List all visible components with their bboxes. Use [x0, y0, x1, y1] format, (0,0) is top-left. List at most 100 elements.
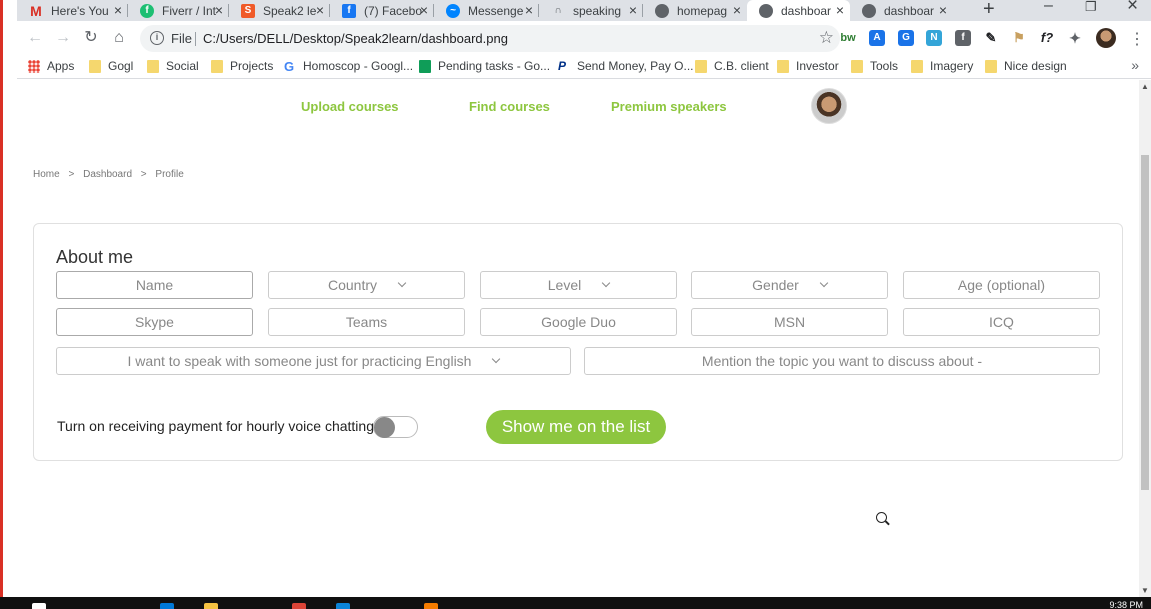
- tab-gmail[interactable]: M Here's You ×: [17, 0, 128, 21]
- start-icon[interactable]: [32, 603, 46, 609]
- close-icon[interactable]: ×: [733, 2, 741, 18]
- new-tab-button[interactable]: +: [983, 0, 995, 21]
- menu-icon[interactable]: ⋮: [1129, 29, 1145, 49]
- close-icon[interactable]: ×: [525, 2, 533, 18]
- back-icon[interactable]: ←: [25, 28, 45, 48]
- bookmark-pending-tasks[interactable]: Pending tasks - Go...: [419, 59, 550, 73]
- gender-select[interactable]: Gender: [691, 271, 888, 299]
- flag-extension-icon[interactable]: ⚑: [1011, 30, 1027, 46]
- tab-messenger[interactable]: ~ Messenge ×: [434, 0, 539, 21]
- google-duo-field[interactable]: Google Duo: [480, 308, 677, 336]
- msn-field[interactable]: MSN: [691, 308, 888, 336]
- nav-premium-speakers[interactable]: Premium speakers: [611, 99, 727, 114]
- bookmark-star-icon[interactable]: ☆: [819, 28, 834, 48]
- teams-field[interactable]: Teams: [268, 308, 465, 336]
- facebook-extension-icon[interactable]: f: [955, 30, 971, 46]
- bookmark-label: Apps: [47, 59, 75, 73]
- close-icon[interactable]: ×: [215, 2, 223, 18]
- minimize-icon[interactable]: –: [1044, 0, 1053, 15]
- page-scrollbar[interactable]: ▲ ▼: [1139, 80, 1151, 597]
- address-bar[interactable]: i File C:/Users/DELL/Desktop/Speak2learn…: [140, 25, 840, 52]
- tab-facebook[interactable]: f (7) Facebo ×: [330, 0, 434, 21]
- payment-toggle[interactable]: [373, 416, 418, 438]
- age-field[interactable]: Age (optional): [903, 271, 1100, 299]
- copy-extension-icon[interactable]: G: [898, 30, 914, 46]
- url-text[interactable]: C:/Users/DELL/Desktop/Speak2learn/dashbo…: [203, 31, 508, 46]
- info-icon[interactable]: i: [150, 31, 164, 45]
- bookmark-investor[interactable]: Investor: [777, 59, 839, 73]
- google-icon: G: [284, 58, 295, 74]
- toolbar: ← → ↻ ⌂ i File C:/Users/DELL/Desktop/Spe…: [17, 21, 1151, 55]
- breadcrumb-dashboard[interactable]: Dashboard: [83, 169, 132, 180]
- edge-icon[interactable]: [160, 603, 174, 609]
- tab-speaking[interactable]: ∩ speaking ×: [539, 0, 643, 21]
- name-field[interactable]: Name: [56, 271, 253, 299]
- purpose-select[interactable]: I want to speak with someone just for pr…: [56, 347, 571, 375]
- icq-field[interactable]: ICQ: [903, 308, 1100, 336]
- tab-fiverr[interactable]: f Fiverr / Int ×: [128, 0, 229, 21]
- close-icon[interactable]: ×: [420, 2, 428, 18]
- reload-icon[interactable]: ↻: [81, 28, 101, 48]
- whatfont-extension-icon[interactable]: f?: [1039, 30, 1055, 46]
- chevron-down-icon: [492, 354, 501, 364]
- level-select[interactable]: Level: [480, 271, 677, 299]
- puzzle-extension-icon[interactable]: ✦: [1067, 30, 1083, 46]
- nav-upload-courses[interactable]: Upload courses: [301, 99, 399, 114]
- topic-field[interactable]: Mention the topic you want to discuss ab…: [584, 347, 1100, 375]
- bookmark-cb-client[interactable]: C.B. client: [695, 59, 769, 73]
- bw-extension-icon[interactable]: bw: [840, 30, 856, 46]
- scroll-up-icon[interactable]: ▲: [1141, 82, 1149, 91]
- bookmark-label: Homoscop - Googl...: [303, 59, 414, 73]
- scroll-down-icon[interactable]: ▼: [1141, 586, 1149, 595]
- restore-icon[interactable]: ❐: [1085, 0, 1097, 15]
- bookmark-social[interactable]: Social: [147, 59, 199, 73]
- breadcrumb-home[interactable]: Home: [33, 169, 60, 180]
- nav-find-courses[interactable]: Find courses: [469, 99, 550, 114]
- bookmark-paypal[interactable]: P Send Money, Pay O...: [558, 59, 694, 73]
- icq-placeholder: ICQ: [989, 314, 1014, 330]
- tab-strip: M Here's You × f Fiverr / Int × S Speak2…: [17, 0, 1151, 21]
- user-avatar[interactable]: [811, 88, 847, 124]
- bookmark-nice-design[interactable]: Nice design: [985, 59, 1067, 73]
- bookmark-tools[interactable]: Tools: [851, 59, 898, 73]
- close-icon[interactable]: ×: [629, 2, 637, 18]
- chrome-icon[interactable]: [292, 603, 306, 609]
- translate-extension-icon[interactable]: A: [869, 30, 885, 46]
- bookmark-gogl[interactable]: Gogl: [89, 59, 133, 73]
- explorer-icon[interactable]: [204, 603, 218, 609]
- close-icon[interactable]: ×: [939, 2, 947, 18]
- bookmark-apps[interactable]: Apps: [28, 59, 74, 73]
- tab-dashboard-active[interactable]: dashboar ×: [747, 0, 850, 21]
- country-placeholder: Country: [327, 277, 378, 293]
- forward-icon[interactable]: →: [53, 28, 73, 48]
- skype-icon[interactable]: [336, 603, 350, 609]
- msn-placeholder: MSN: [773, 314, 806, 330]
- chevron-down-icon: [601, 278, 611, 288]
- country-select[interactable]: Country: [268, 271, 465, 299]
- bookmark-homoscop[interactable]: G Homoscop - Googl...: [284, 59, 413, 73]
- close-icon[interactable]: ×: [836, 2, 844, 18]
- window-close-icon[interactable]: ×: [1127, 0, 1138, 17]
- close-icon[interactable]: ×: [316, 2, 324, 18]
- app-icon[interactable]: [424, 603, 438, 609]
- bookmark-label: Tools: [870, 59, 899, 73]
- notion-extension-icon[interactable]: N: [926, 30, 942, 46]
- tab-dashboard[interactable]: dashboar ×: [850, 0, 953, 21]
- tab-homepage[interactable]: homepag ×: [643, 0, 747, 21]
- close-icon[interactable]: ×: [114, 2, 122, 18]
- profile-avatar[interactable]: [1096, 28, 1116, 48]
- show-me-on-list-button[interactable]: Show me on the list: [486, 410, 666, 444]
- skype-field[interactable]: Skype: [56, 308, 253, 336]
- stylus-extension-icon[interactable]: ✎: [983, 30, 999, 46]
- globe-icon: [759, 3, 773, 18]
- topic-placeholder: Mention the topic you want to discuss ab…: [701, 353, 983, 369]
- bookmark-imagery[interactable]: Imagery: [911, 59, 973, 73]
- bookmarks-more-icon[interactable]: »: [1131, 57, 1139, 73]
- bookmark-label: Send Money, Pay O...: [577, 59, 694, 73]
- scroll-thumb[interactable]: [1141, 155, 1149, 490]
- home-icon[interactable]: ⌂: [109, 28, 129, 48]
- bookmark-projects[interactable]: Projects: [211, 59, 273, 73]
- about-me-card: About me Name Country Level Gender Age (…: [33, 223, 1123, 523]
- tab-speak2[interactable]: S Speak2 le ×: [229, 0, 330, 21]
- gmail-icon: M: [30, 2, 42, 19]
